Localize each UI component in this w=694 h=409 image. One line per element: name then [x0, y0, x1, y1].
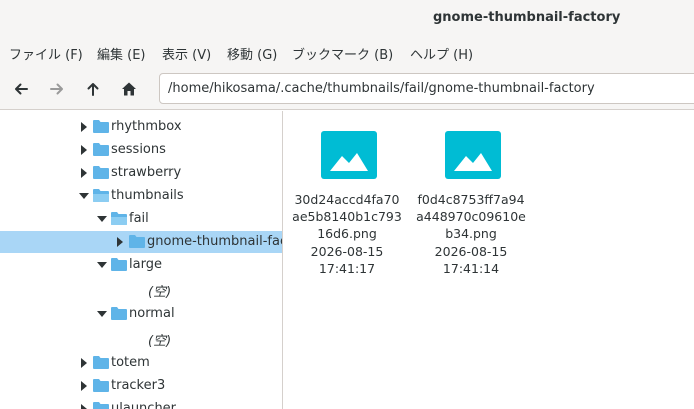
file-view[interactable]: 30d24accd4fa70ae5b8140b1c79316d6.png 202… — [284, 111, 694, 409]
folder-open-icon — [111, 212, 127, 225]
home-button[interactable] — [117, 77, 141, 101]
image-file-icon — [321, 131, 377, 179]
menu-view[interactable]: 表示 (V) — [162, 44, 211, 63]
arrow-up-icon — [87, 83, 99, 96]
menu-file[interactable]: ファイル (F) — [9, 44, 83, 63]
file-name: 30d24accd4fa70ae5b8140b1c79316d6.png — [292, 192, 402, 241]
location-path: /home/hikosama/.cache/thumbnails/fail/gn… — [168, 81, 595, 96]
location-bar[interactable]: /home/hikosama/.cache/thumbnails/fail/gn… — [159, 73, 694, 104]
tree-item-gnome-thumbnail-factory[interactable]: gnome-thumbnail-factory — [0, 231, 282, 253]
tree-item-normal[interactable]: normal — [0, 303, 282, 325]
folder-icon — [93, 143, 109, 156]
image-file-icon — [445, 131, 501, 179]
folder-icon — [129, 235, 145, 248]
tree-item-ulauncher[interactable]: ulauncher — [0, 398, 282, 409]
back-button[interactable] — [9, 77, 33, 101]
expander-expanded-icon[interactable] — [97, 215, 107, 223]
menu-help[interactable]: ヘルプ (H) — [410, 44, 473, 63]
toolbar: /home/hikosama/.cache/thumbnails/fail/gn… — [0, 68, 694, 110]
tree-item-strawberry[interactable]: strawberry — [0, 162, 282, 184]
folder-icon — [93, 379, 109, 392]
tree-item-sessions[interactable]: sessions — [0, 139, 282, 161]
folder-icon — [93, 402, 109, 409]
tree-label: gnome-thumbnail-factory — [147, 234, 282, 249]
tree-label: large — [129, 257, 162, 272]
home-icon — [122, 82, 136, 96]
expander-expanded-icon[interactable] — [97, 310, 107, 318]
menu-bar: ファイル (F) 編集 (E) 表示 (V) 移動 (G) ブックマーク (B)… — [0, 36, 694, 68]
folder-icon — [111, 258, 127, 271]
file-item[interactable]: f0d4c8753ff7a94a448970c09610eb34.png 202… — [416, 131, 526, 281]
file-date: 2026-08-15 — [434, 244, 508, 259]
expander-collapsed-icon[interactable] — [80, 404, 88, 409]
folder-icon — [93, 166, 109, 179]
tree-label: normal — [129, 306, 175, 321]
up-button[interactable] — [81, 77, 105, 101]
folder-tree: rhythmbox sessions strawberry thumbnails… — [0, 111, 283, 409]
tree-label: sessions — [111, 142, 166, 157]
tree-item-rhythmbox[interactable]: rhythmbox — [0, 116, 282, 138]
tree-item-totem[interactable]: totem — [0, 352, 282, 374]
menu-go[interactable]: 移動 (G) — [227, 44, 277, 63]
file-time: 17:41:14 — [442, 261, 500, 276]
tree-label: totem — [111, 355, 150, 370]
empty-folder-label: (空) — [148, 285, 172, 300]
expander-collapsed-icon[interactable] — [80, 381, 88, 391]
expander-collapsed-icon[interactable] — [80, 145, 88, 155]
file-date: 2026-08-15 — [310, 244, 384, 259]
tree-label: fail — [129, 211, 149, 226]
menu-bookmarks[interactable]: ブックマーク (B) — [292, 44, 393, 63]
forward-button[interactable] — [45, 77, 69, 101]
tree-label: tracker3 — [111, 378, 166, 393]
file-time: 17:41:17 — [318, 261, 376, 276]
expander-expanded-icon[interactable] — [79, 192, 89, 200]
window-title: gnome-thumbnail-factory — [433, 10, 621, 25]
file-item[interactable]: 30d24accd4fa70ae5b8140b1c79316d6.png 202… — [292, 131, 402, 281]
tree-item-large[interactable]: large — [0, 254, 282, 276]
file-name: f0d4c8753ff7a94a448970c09610eb34.png — [416, 192, 526, 241]
expander-expanded-icon[interactable] — [97, 261, 107, 269]
folder-icon — [93, 120, 109, 133]
tree-label: thumbnails — [111, 188, 184, 203]
menu-edit[interactable]: 編集 (E) — [97, 44, 146, 63]
empty-folder-label: (空) — [148, 334, 172, 349]
expander-collapsed-icon[interactable] — [80, 168, 88, 178]
tree-item-tracker3[interactable]: tracker3 — [0, 375, 282, 397]
folder-icon — [111, 307, 127, 320]
expander-collapsed-icon[interactable] — [80, 358, 88, 368]
folder-icon — [93, 356, 109, 369]
tree-label: ulauncher — [111, 401, 177, 409]
title-bar[interactable]: gnome-thumbnail-factory — [0, 0, 694, 36]
arrow-right-icon — [50, 83, 63, 95]
tree-label: rhythmbox — [111, 119, 182, 134]
tree-label: strawberry — [111, 165, 182, 180]
expander-collapsed-icon[interactable] — [80, 122, 88, 132]
arrow-left-icon — [15, 83, 28, 95]
expander-collapsed-icon[interactable] — [116, 237, 124, 247]
tree-item-thumbnails[interactable]: thumbnails — [0, 185, 282, 207]
folder-open-icon — [93, 189, 109, 202]
tree-item-fail[interactable]: fail — [0, 208, 282, 230]
